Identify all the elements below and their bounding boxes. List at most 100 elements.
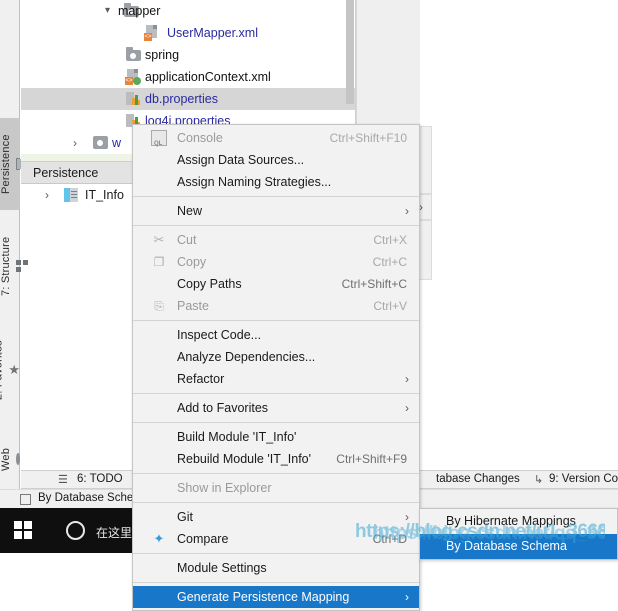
bottom-tab-todo[interactable]: 6: TODO: [77, 473, 123, 485]
menu-item-git[interactable]: Git ›: [133, 506, 419, 528]
taskbar-search-input[interactable]: 在这里: [96, 524, 132, 541]
windows-start-icon[interactable]: [14, 521, 33, 540]
tree-row[interactable]: spring: [21, 44, 355, 66]
menu-item-label: Generate Persistence Mapping: [177, 590, 350, 604]
menu-item-label: Compare: [177, 532, 229, 546]
cortana-circle-icon[interactable]: [66, 521, 85, 540]
menu-item-label: Show in Explorer: [177, 481, 272, 495]
sidebar-tab-web-label: Web: [0, 447, 12, 471]
submenu-arrow-icon: ›: [405, 372, 409, 386]
menu-item-label: Inspect Code...: [177, 328, 262, 342]
menu-item-shortcut: Ctrl+Shift+F9: [336, 452, 407, 466]
menu-item-label: Refactor: [177, 372, 225, 386]
submenu-arrow-icon: ›: [405, 204, 409, 218]
menu-item-build-module-it-info[interactable]: Build Module 'IT_Info': [133, 426, 419, 448]
menu-separator: [133, 502, 419, 503]
compare-icon: ✦: [153, 531, 165, 546]
menu-item-label: Add to Favorites: [177, 401, 269, 415]
menu-item-label: Copy Paths: [177, 277, 242, 291]
tree-panel-edge: [355, 0, 356, 132]
structure-icon: [16, 260, 28, 272]
menu-item-refactor[interactable]: Refactor ›: [133, 368, 419, 390]
menu-item-assign-naming-strategies[interactable]: Assign Naming Strategies...: [133, 171, 419, 193]
menu-item-shortcut: Ctrl+C: [372, 255, 407, 269]
menu-item-label: Assign Naming Strategies...: [177, 175, 332, 189]
menu-item-add-to-favorites[interactable]: Add to Favorites ›: [133, 397, 419, 419]
chevron-down-icon[interactable]: ▾: [105, 0, 110, 22]
sidebar-tab-favorites-label: 2: Favorites: [0, 340, 5, 400]
tree-row[interactable]: ▾ mapper: [21, 0, 355, 22]
menu-item-label: Git: [177, 510, 193, 524]
project-tree-scrollbar[interactable]: [346, 0, 354, 104]
menu-item-compare[interactable]: ✦ Compare Ctrl+D: [133, 528, 419, 550]
xml-file-icon: <>: [144, 25, 160, 41]
menu-item-module-settings[interactable]: Module Settings: [133, 557, 419, 579]
submenu-item-by-database-schema[interactable]: By Database Schema: [420, 534, 617, 559]
right-panel-background: [356, 0, 420, 132]
menu-item-label: Copy: [177, 255, 207, 269]
sidebar-tab-persistence[interactable]: Persistence: [0, 118, 21, 210]
tree-row-label: mapper: [118, 4, 161, 18]
menu-item-show-in-explorer[interactable]: Show in Explorer: [133, 477, 419, 499]
tree-row-label: spring: [145, 48, 180, 62]
left-tool-strip: Persistence 7: Structure ★ 2: Favorites …: [0, 0, 28, 508]
submenu-arrow-icon: ›: [405, 510, 409, 524]
menu-item-shortcut: Ctrl+Shift+F10: [329, 131, 407, 145]
menu-item-cut[interactable]: ✂ Cut Ctrl+X: [133, 229, 419, 251]
menu-item-label: Rebuild Module 'IT_Info': [177, 452, 312, 466]
menu-item-label: Paste: [177, 299, 209, 313]
menu-separator: [133, 196, 419, 197]
menu-separator: [133, 225, 419, 226]
menu-separator: [133, 553, 419, 554]
sidebar-tab-favorites[interactable]: ★ 2: Favorites: [0, 322, 20, 418]
sidebar-tab-persistence-label: Persistence: [0, 134, 12, 194]
menu-item-label: Assign Data Sources...: [177, 153, 305, 167]
tree-row-label: applicationContext.xml: [145, 70, 271, 84]
tree-row[interactable]: <> UserMapper.xml: [21, 22, 355, 44]
persistence-icon: [16, 158, 21, 170]
menu-item-new[interactable]: New ›: [133, 200, 419, 222]
cut-icon: ✂: [153, 232, 165, 247]
window-icon: [20, 494, 31, 505]
context-menu[interactable]: QL Console Ctrl+Shift+F10 Assign Data Sourc…: [132, 124, 420, 611]
project-tree-panel[interactable]: ▾ mapper <> UserMapper.xml spring <> applicati…: [21, 0, 355, 132]
folder-icon: [126, 47, 142, 63]
chevron-right-icon[interactable]: ›: [45, 184, 49, 206]
menu-item-inspect-code[interactable]: Inspect Code...: [133, 324, 419, 346]
menu-item-label: Analyze Dependencies...: [177, 350, 316, 364]
sidebar-tab-structure[interactable]: 7: Structure: [0, 218, 28, 314]
menu-item-shortcut: Ctrl+V: [373, 299, 407, 313]
menu-item-paste[interactable]: ⎘ Paste Ctrl+V: [133, 295, 419, 317]
menu-item-generate-persistence-mapping[interactable]: Generate Persistence Mapping ›: [133, 586, 419, 608]
menu-item-copy-paths[interactable]: Copy Paths Ctrl+Shift+C: [133, 273, 419, 295]
properties-file-icon: [125, 91, 141, 107]
status-bar-label: By Database Sche: [38, 492, 134, 504]
copy-icon: ❐: [153, 255, 165, 269]
menu-item-label: Build Module 'IT_Info': [177, 430, 297, 444]
menu-item-shortcut: Ctrl+Shift+C: [341, 277, 407, 291]
submenu-item-by-hibernate-mappings[interactable]: By Hibernate Mappings: [420, 509, 617, 534]
menu-item-analyze-dependencies[interactable]: Analyze Dependencies...: [133, 346, 419, 368]
bottom-tab-version-control[interactable]: 9: Version Con: [549, 473, 618, 485]
menu-item-rebuild-module-it-info[interactable]: Rebuild Module 'IT_Info' Ctrl+Shift+F9: [133, 448, 419, 470]
chevron-right-icon: ›: [73, 136, 77, 150]
star-icon: ★: [8, 362, 20, 378]
menu-item-console[interactable]: QL Console Ctrl+Shift+F10: [133, 127, 419, 149]
menu-item-label: Console: [177, 131, 223, 145]
tree-row[interactable]: <> applicationContext.xml: [21, 66, 355, 88]
tree-row-label: db.properties: [145, 92, 218, 106]
generate-persistence-mapping-submenu[interactable]: By Hibernate Mappings By Database Schema: [419, 508, 618, 560]
sidebar-tab-structure-label: 7: Structure: [0, 236, 12, 296]
sidebar-tab-web[interactable]: Web: [0, 428, 20, 490]
menu-separator: [133, 422, 419, 423]
menu-item-assign-data-sources[interactable]: Assign Data Sources...: [133, 149, 419, 171]
xml-file-icon: <>: [125, 69, 141, 85]
menu-item-shortcut: Ctrl+X: [373, 233, 407, 247]
menu-item-label: New: [177, 204, 203, 218]
tree-row[interactable]: db.properties: [21, 88, 355, 110]
menu-item-label: Module Settings: [177, 561, 267, 575]
bottom-tab-database-changes[interactable]: tabase Changes: [436, 473, 520, 485]
menu-item-copy[interactable]: ❐ Copy Ctrl+C: [133, 251, 419, 273]
folder-icon: [93, 136, 108, 149]
menu-separator: [133, 393, 419, 394]
